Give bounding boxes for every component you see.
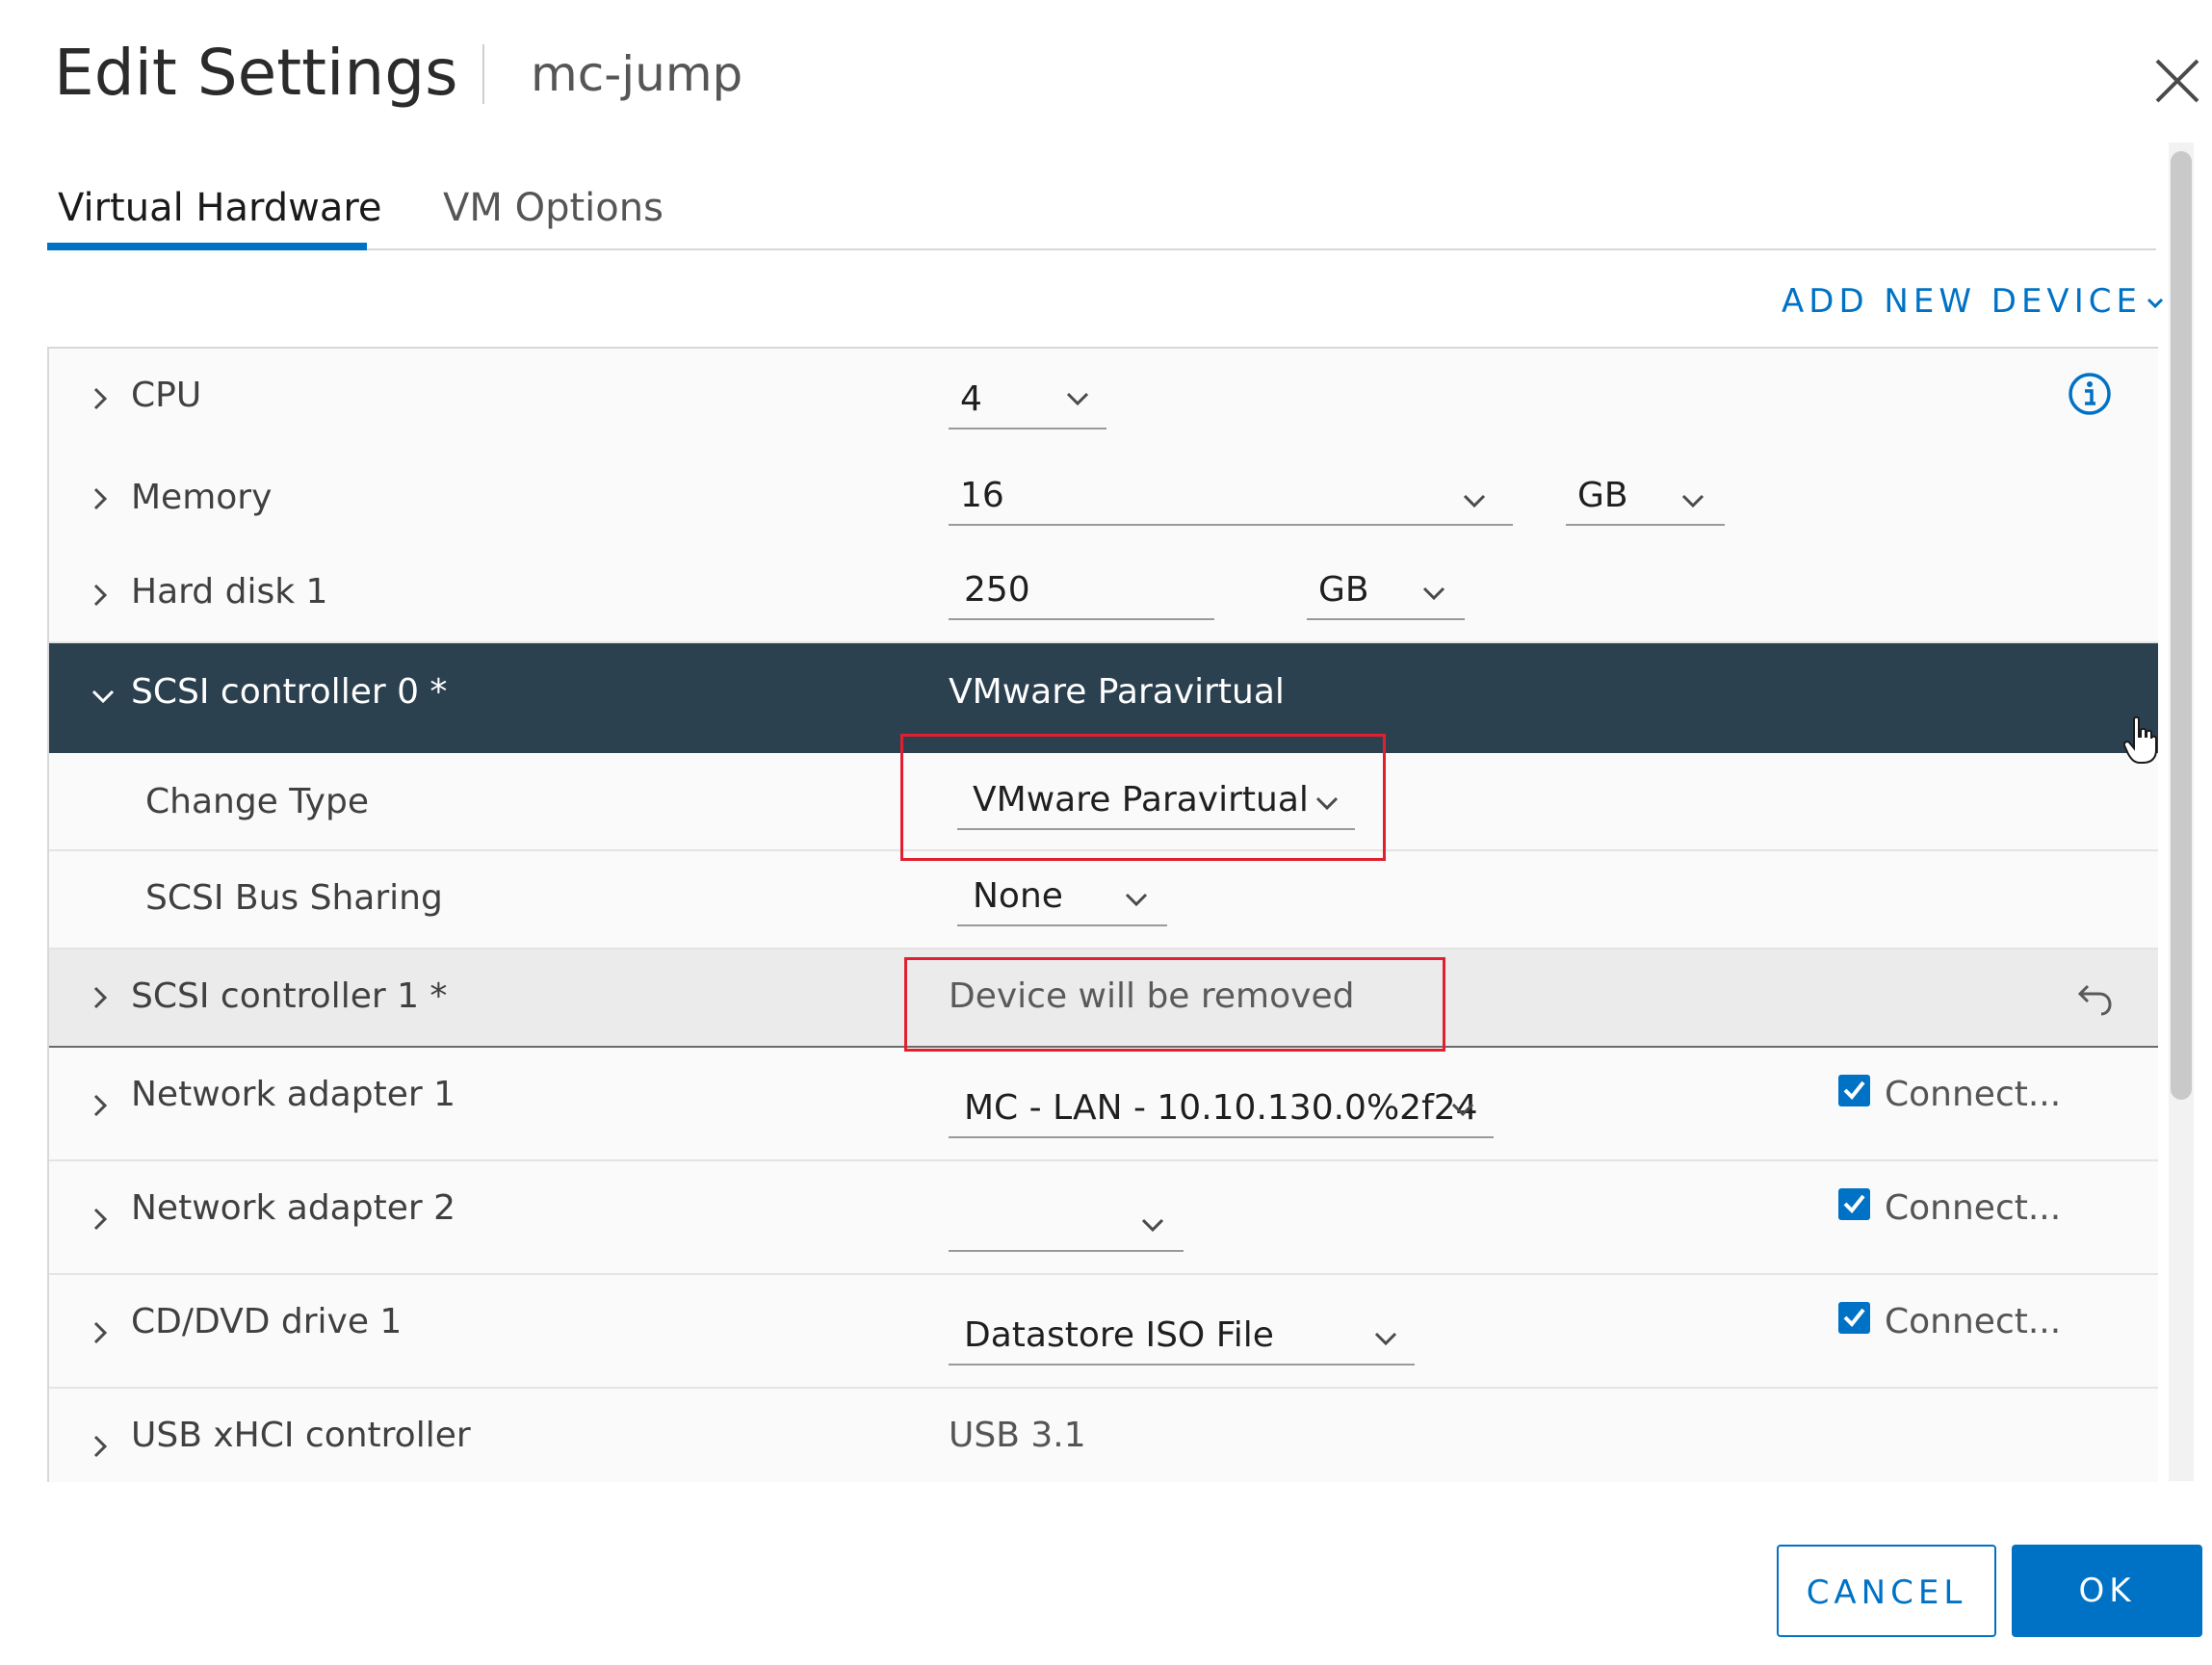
row-hard-disk-1: Hard disk 1 250 GB (49, 545, 2158, 643)
scsi0-label: SCSI controller 0 * (131, 672, 448, 712)
net1-connect-checkbox[interactable] (1838, 1075, 1870, 1106)
usb-label: USB xHCI controller (131, 1416, 471, 1455)
hard-disk-size-input[interactable]: 250 (949, 564, 1214, 620)
hard-disk-unit: GB (1318, 570, 1369, 610)
scsi1-label: SCSI controller 1 * (131, 976, 448, 1016)
row-usb-controller: USB xHCI controller USB 3.1 (49, 1389, 2158, 1482)
info-icon[interactable] (2068, 372, 2112, 416)
scsi0-type-value: VMware Paravirtual (949, 672, 1285, 712)
net2-connect-label: Connect... (1885, 1188, 2062, 1228)
highlight-change-type (900, 734, 1386, 861)
chevron-down-icon (1681, 494, 1705, 508)
memory-select[interactable]: 16 (949, 470, 1513, 526)
cd-label: CD/DVD drive 1 (131, 1302, 403, 1341)
active-tab-indicator (47, 243, 367, 250)
tab-virtual-hardware[interactable]: Virtual Hardware (58, 181, 382, 235)
cd-connect-label: Connect... (1885, 1302, 2062, 1341)
vm-name: mc-jump (531, 46, 743, 102)
hardware-list: CPU 4 Memory 16 GB Hard disk 1 250 GB SC… (47, 347, 2158, 1482)
ok-button[interactable]: OK (2012, 1545, 2202, 1637)
net1-value: MC - LAN - 10.10.130.0%2f24 (964, 1088, 1478, 1128)
chevron-right-icon[interactable] (88, 580, 113, 611)
tab-vm-options[interactable]: VM Options (443, 181, 664, 235)
memory-unit-select[interactable]: GB (1566, 470, 1725, 526)
chevron-down-icon (1422, 586, 1445, 601)
chevron-down-icon (1451, 1103, 1474, 1117)
cd-media-select[interactable]: Datastore ISO File (949, 1310, 1415, 1366)
chevron-right-icon[interactable] (88, 383, 113, 414)
hand-cursor-icon (2122, 715, 2159, 766)
chevron-down-icon (1463, 494, 1486, 508)
row-cd-dvd-drive-1: CD/DVD drive 1 Datastore ISO File Connec… (49, 1275, 2158, 1389)
hard-disk-value: 250 (964, 570, 1030, 610)
chevron-right-icon[interactable] (88, 1317, 113, 1348)
net1-network-select[interactable]: MC - LAN - 10.10.130.0%2f24 (949, 1082, 1494, 1138)
chevron-right-icon[interactable] (88, 1431, 113, 1462)
change-type-label: Change Type (145, 782, 369, 821)
bus-sharing-value: None (973, 876, 1063, 916)
net1-connect-label: Connect... (1885, 1075, 2062, 1114)
add-new-device-button[interactable]: ADD NEW DEVICE (1782, 279, 2165, 324)
memory-value: 16 (960, 476, 1004, 515)
cd-value: Datastore ISO File (964, 1315, 1274, 1355)
cd-connect-checkbox[interactable] (1838, 1302, 1870, 1334)
scrollbar-thumb[interactable] (2171, 151, 2192, 1100)
chevron-down-icon (1066, 392, 1089, 406)
bus-sharing-label: SCSI Bus Sharing (145, 878, 443, 918)
chevron-down-icon (1141, 1218, 1164, 1233)
memory-label: Memory (131, 478, 273, 517)
chevron-down-icon (1125, 893, 1148, 907)
highlight-device-removed (904, 957, 1445, 1052)
hard-disk-unit-select[interactable]: GB (1307, 564, 1465, 620)
chevron-right-icon[interactable] (88, 982, 113, 1013)
cancel-button[interactable]: CANCEL (1777, 1545, 1996, 1637)
chevron-down-icon (2147, 298, 2164, 308)
cpu-label: CPU (131, 376, 202, 415)
close-icon[interactable] (2149, 53, 2205, 109)
chevron-right-icon[interactable] (88, 1204, 113, 1235)
net2-label: Network adapter 2 (131, 1188, 455, 1228)
net2-connect-checkbox[interactable] (1838, 1188, 1870, 1220)
row-scsi-bus-sharing: SCSI Bus Sharing None (49, 851, 2158, 950)
net2-network-select[interactable] (949, 1196, 1184, 1252)
chevron-right-icon[interactable] (88, 483, 113, 514)
net1-label: Network adapter 1 (131, 1075, 455, 1114)
cpu-select[interactable]: 4 (949, 374, 1106, 429)
row-network-adapter-1: Network adapter 1 MC - LAN - 10.10.130.0… (49, 1048, 2158, 1161)
chevron-down-icon[interactable] (88, 684, 118, 709)
hard-disk-label: Hard disk 1 (131, 572, 328, 611)
undo-icon[interactable] (2076, 980, 2115, 1019)
dialog-title: Edit Settings (54, 36, 458, 110)
title-divider (482, 44, 484, 104)
row-network-adapter-2: Network adapter 2 Connect... (49, 1161, 2158, 1275)
add-new-device-label: ADD NEW DEVICE (1782, 282, 2142, 321)
usb-value: USB 3.1 (949, 1416, 1086, 1455)
chevron-right-icon[interactable] (88, 1090, 113, 1121)
memory-unit: GB (1577, 476, 1628, 515)
bus-sharing-select[interactable]: None (957, 871, 1167, 926)
cpu-value: 4 (960, 379, 982, 419)
row-memory: Memory 16 GB (49, 449, 2158, 547)
chevron-down-icon (1374, 1332, 1397, 1346)
row-cpu: CPU 4 (49, 349, 2158, 451)
